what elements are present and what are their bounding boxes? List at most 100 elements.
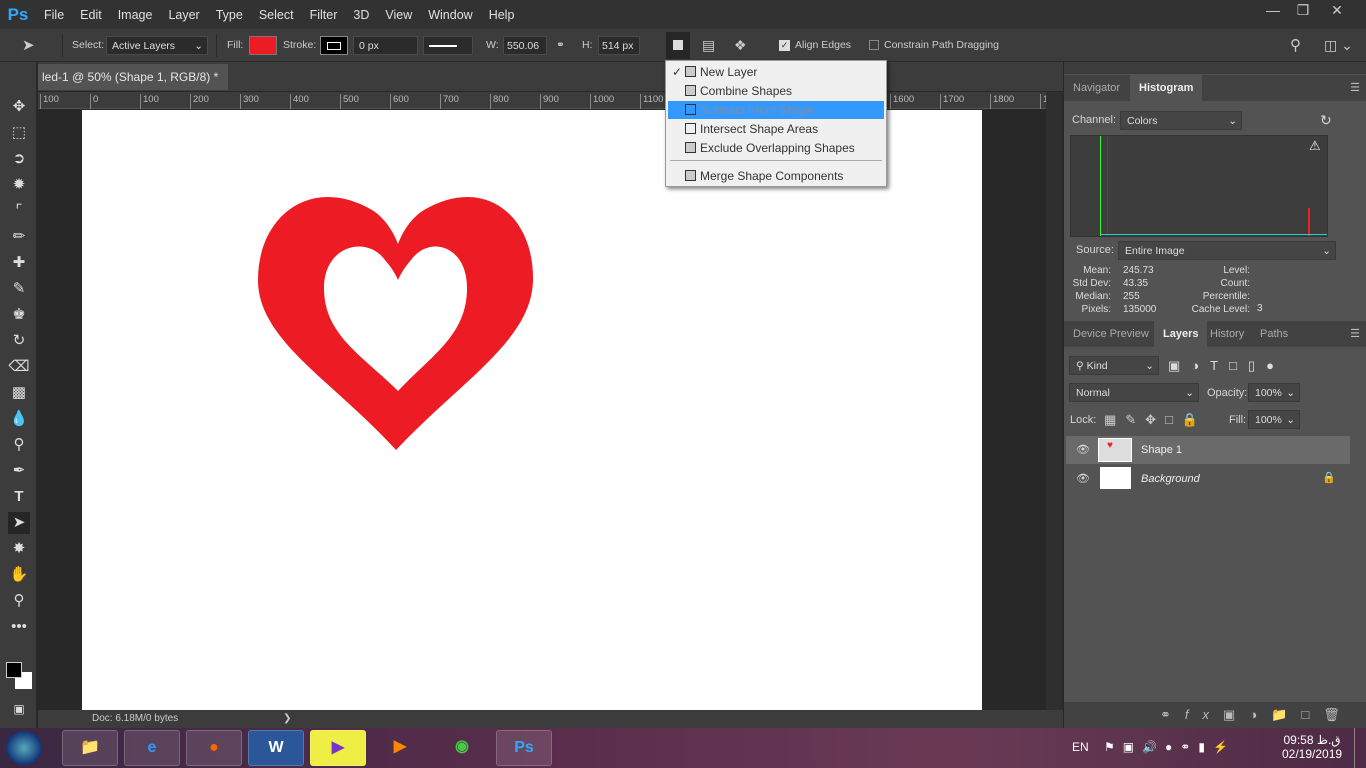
vertical-scrollbar[interactable]: [1046, 92, 1062, 710]
direct-selection-tool-icon[interactable]: ➤: [8, 512, 30, 534]
brush-tool-icon[interactable]: ✎: [8, 278, 30, 300]
fill-swatch[interactable]: [249, 36, 277, 55]
eyedropper-tool-icon[interactable]: ✏: [8, 226, 30, 248]
layer-row-background[interactable]: 👁 Background 🔒: [1066, 465, 1350, 493]
tab-layers[interactable]: Layers: [1154, 321, 1208, 347]
menu-select[interactable]: Select: [251, 8, 302, 22]
firefox-taskbar-icon[interactable]: ●: [186, 730, 242, 766]
pen-tool-icon[interactable]: ✒: [8, 460, 30, 482]
chrome-taskbar-icon[interactable]: ◉: [434, 730, 490, 766]
stroke-type-dropdown[interactable]: [423, 36, 473, 55]
quick-mask-icon[interactable]: ▣: [8, 698, 30, 720]
visibility-eye-icon[interactable]: 👁: [1076, 443, 1090, 456]
zoom-tool-icon[interactable]: ⚲: [8, 590, 30, 612]
stroke-swatch[interactable]: [320, 36, 348, 55]
warning-icon[interactable]: ⚠: [1309, 138, 1321, 154]
word-taskbar-icon[interactable]: W: [248, 730, 304, 766]
menu-item-merge-shape-components[interactable]: Merge Shape Components: [668, 167, 884, 185]
menu-3d[interactable]: 3D: [345, 8, 377, 22]
layer-filter-icons[interactable]: ▣◑T□▯●: [1168, 358, 1285, 374]
system-tray-icons[interactable]: ⚑▣🔊●⚭▮⚡: [1104, 740, 1236, 754]
tab-histogram[interactable]: Histogram: [1130, 75, 1203, 101]
media-player-taskbar-icon[interactable]: ▶: [372, 730, 428, 766]
path-selection-tool-icon[interactable]: ➤: [22, 36, 35, 55]
marquee-tool-icon[interactable]: ⬚: [8, 122, 30, 144]
clock[interactable]: 09:58 ق.ظ 02/19/2019: [1282, 733, 1342, 761]
type-tool-icon[interactable]: T: [8, 486, 30, 508]
menu-layer[interactable]: Layer: [160, 8, 207, 22]
channel-dropdown[interactable]: Colors ⌄: [1120, 111, 1242, 130]
layer-row-shape-1[interactable]: 👁 ♥ Shape 1: [1066, 436, 1350, 464]
visibility-eye-icon[interactable]: 👁: [1076, 472, 1090, 485]
tab-navigator[interactable]: Navigator: [1064, 75, 1129, 101]
menu-item-new-layer[interactable]: ✓ New Layer: [668, 63, 884, 81]
photoshop-taskbar-icon[interactable]: Ps: [496, 730, 552, 766]
menu-item-combine-shapes[interactable]: Combine Shapes: [668, 82, 884, 100]
menu-window[interactable]: Window: [420, 8, 480, 22]
blur-tool-icon[interactable]: 💧: [8, 408, 30, 430]
panel-menu-icon[interactable]: ☰: [1350, 81, 1360, 94]
menu-view[interactable]: View: [377, 8, 420, 22]
hand-tool-icon[interactable]: ✋: [8, 564, 30, 586]
menu-item-subtract-front-shape[interactable]: Subtract Front Shape: [668, 101, 884, 119]
eraser-tool-icon[interactable]: ⌫: [8, 356, 30, 378]
workspace-icon[interactable]: ◫ ⌄: [1324, 36, 1353, 55]
path-operations-button[interactable]: [666, 32, 690, 59]
menu-help[interactable]: Help: [481, 8, 523, 22]
select-dropdown[interactable]: Active Layers ⌄: [106, 36, 208, 55]
menu-image[interactable]: Image: [110, 8, 161, 22]
close-button[interactable]: ✕: [1322, 2, 1352, 22]
restore-button[interactable]: ❐: [1288, 2, 1318, 22]
stroke-width-field[interactable]: 0 px: [353, 36, 418, 55]
blend-mode-dropdown[interactable]: Normal ⌄: [1069, 383, 1199, 402]
heart-shape[interactable]: [82, 110, 982, 710]
minimize-button[interactable]: —: [1258, 2, 1288, 22]
start-button[interactable]: [6, 731, 42, 765]
path-alignment-icon[interactable]: ▤: [702, 36, 715, 55]
link-icon[interactable]: ⚭: [556, 36, 565, 55]
crop-tool-icon[interactable]: ⌜: [8, 200, 30, 222]
history-brush-tool-icon[interactable]: ↻: [8, 330, 30, 352]
document-tab[interactable]: led-1 @ 50% (Shape 1, RGB/8) * ✕: [38, 64, 228, 110]
canvas[interactable]: [82, 110, 982, 710]
show-desktop-button[interactable]: [1354, 728, 1366, 768]
align-edges-checkbox[interactable]: ✓: [779, 40, 790, 51]
quick-selection-tool-icon[interactable]: ✹: [8, 174, 30, 196]
tab-history[interactable]: History: [1201, 321, 1253, 347]
constrain-checkbox[interactable]: [869, 40, 879, 50]
visual-studio-taskbar-icon[interactable]: ▶: [310, 730, 366, 766]
fill-field[interactable]: 100% ⌄: [1248, 410, 1300, 429]
menu-edit[interactable]: Edit: [72, 8, 110, 22]
height-field[interactable]: 514 px: [598, 36, 640, 55]
lock-icons[interactable]: ▦✎✥□🔒: [1104, 412, 1207, 428]
path-arrangement-icon[interactable]: ❖: [734, 36, 747, 55]
healing-brush-tool-icon[interactable]: ✚: [8, 252, 30, 274]
explorer-taskbar-icon[interactable]: 📁: [62, 730, 118, 766]
menu-filter[interactable]: Filter: [302, 8, 346, 22]
lasso-tool-icon[interactable]: ➲: [8, 148, 30, 170]
custom-shape-tool-icon[interactable]: ✸: [8, 538, 30, 560]
width-field[interactable]: 550.06 p: [503, 36, 547, 55]
move-tool-icon[interactable]: ✥: [8, 96, 30, 118]
language-indicator[interactable]: EN: [1072, 740, 1089, 754]
clone-stamp-tool-icon[interactable]: ♚: [8, 304, 30, 326]
panel-menu-icon[interactable]: ☰: [1350, 327, 1360, 340]
status-arrow-icon[interactable]: ❯: [283, 713, 291, 724]
tab-paths[interactable]: Paths: [1251, 321, 1297, 347]
menu-file[interactable]: File: [36, 8, 72, 22]
layers-footer-buttons[interactable]: ⚭fx▣◑📁□🗑: [1064, 702, 1366, 728]
opacity-field[interactable]: 100% ⌄: [1248, 383, 1300, 402]
source-dropdown[interactable]: Entire Image ⌄: [1118, 241, 1336, 260]
menu-type[interactable]: Type: [208, 8, 251, 22]
menu-item-exclude-overlapping-shapes[interactable]: Exclude Overlapping Shapes: [668, 139, 884, 157]
more-tools-icon[interactable]: •••: [8, 616, 30, 638]
layer-filter-dropdown[interactable]: ⚲ Kind ⌄: [1069, 356, 1159, 375]
foreground-color-swatch[interactable]: [6, 662, 22, 678]
menu-item-intersect-shape-areas[interactable]: Intersect Shape Areas: [668, 120, 884, 138]
tab-device-preview[interactable]: Device Preview: [1064, 321, 1158, 347]
search-icon[interactable]: ⚲: [1290, 36, 1301, 55]
refresh-icon[interactable]: ↻: [1320, 112, 1332, 129]
ie-taskbar-icon[interactable]: e: [124, 730, 180, 766]
gradient-tool-icon[interactable]: ▩: [8, 382, 30, 404]
dodge-tool-icon[interactable]: ⚲: [8, 434, 30, 456]
